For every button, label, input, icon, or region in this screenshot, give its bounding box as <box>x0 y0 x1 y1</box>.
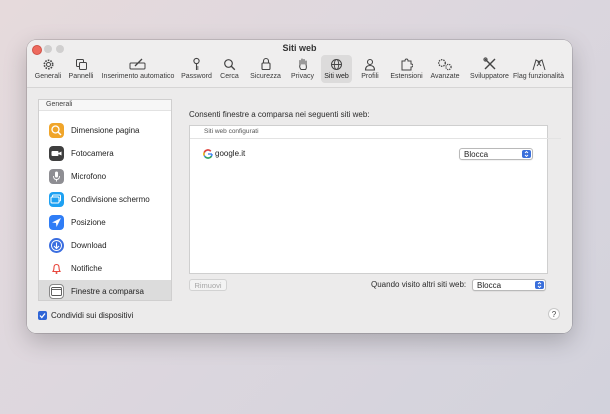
window-title: Siti web <box>282 43 317 53</box>
list-item[interactable]: google.it Blocca <box>190 146 547 162</box>
toolbar-sicurezza[interactable]: Sicurezza <box>249 55 282 83</box>
magnifier-icon <box>217 57 242 72</box>
other-sites-value: Blocca <box>477 281 502 290</box>
zoom-icon <box>49 123 64 138</box>
toolbar-siti-web[interactable]: Siti web <box>321 55 352 83</box>
sites-list[interactable]: Siti web configurati google.it Blocca <box>189 125 561 274</box>
toolbar-flag-funzionalita[interactable]: Flag funzionalità <box>513 55 564 83</box>
gear-icon <box>33 57 63 72</box>
site-name: google.it <box>215 149 246 158</box>
camera-icon <box>49 146 64 161</box>
share-across-devices[interactable]: Condividi sui dispositivi <box>38 310 158 322</box>
tabs-icon <box>66 57 96 72</box>
toolbar-pannelli[interactable]: Pannelli <box>66 55 96 83</box>
location-icon <box>49 215 64 230</box>
google-icon <box>203 149 213 159</box>
site-setting-select[interactable]: Blocca <box>459 148 533 160</box>
other-sites-select[interactable]: Blocca <box>472 279 546 291</box>
sidebar-section-title: Generali <box>39 100 171 111</box>
content-area: Generali Dimensione pagina Fotocamera Mi… <box>27 88 572 333</box>
sidebar-item-condivisione-schermo[interactable]: Condivisione schermo <box>39 188 171 211</box>
screen-share-icon <box>49 192 64 207</box>
hand-icon <box>289 57 316 72</box>
share-checkbox[interactable] <box>38 311 47 320</box>
sidebar-item-download[interactable]: Download <box>39 234 171 257</box>
lock-icon <box>249 57 282 72</box>
other-sites-label: Quando visito altri siti web: <box>371 280 467 289</box>
remove-button[interactable]: Rimuovi <box>189 279 227 291</box>
toolbar-sviluppatore[interactable]: Sviluppatore <box>467 55 512 83</box>
sidebar-item-finestre-a-comparsa[interactable]: Finestre a comparsa <box>39 280 171 300</box>
gears-icon <box>429 57 461 72</box>
toolbar-inserimento-automatico[interactable]: Inserimento automatico <box>99 55 177 83</box>
chevron-updown-icon <box>535 281 544 289</box>
sidebar-item-fotocamera[interactable]: Fotocamera <box>39 142 171 165</box>
key-icon <box>180 57 213 72</box>
sidebar-item-posizione[interactable]: Posizione <box>39 211 171 234</box>
help-button[interactable]: ? <box>548 308 560 320</box>
popup-window-icon <box>49 284 64 299</box>
toolbar-estensioni[interactable]: Estensioni <box>389 55 424 83</box>
bell-icon <box>49 261 64 276</box>
toolbar-avanzate[interactable]: Avanzate <box>429 55 461 83</box>
toolbar-profili[interactable]: Profili <box>358 55 382 83</box>
sidebar-item-dimensione-pagina[interactable]: Dimensione pagina <box>39 119 171 142</box>
list-header: Siti web configurati <box>190 126 561 139</box>
person-icon <box>358 57 382 72</box>
share-label: Condividi sui dispositivi <box>51 311 134 320</box>
pencil-field-icon <box>99 57 177 72</box>
flags-icon <box>513 57 564 72</box>
toolbar-cerca[interactable]: Cerca <box>217 55 242 83</box>
puzzle-icon <box>389 57 424 72</box>
globe-icon <box>321 57 352 72</box>
tools-icon <box>467 57 512 72</box>
panel-heading: Consenti finestre a comparsa nei seguent… <box>189 110 370 119</box>
sidebar-item-microfono[interactable]: Microfono <box>39 165 171 188</box>
toolbar-privacy[interactable]: Privacy <box>289 55 316 83</box>
main-panel: Consenti finestre a comparsa nei seguent… <box>189 99 561 299</box>
microphone-icon <box>49 169 64 184</box>
sidebar-item-notifiche[interactable]: Notifiche <box>39 257 171 280</box>
toolbar-generali[interactable]: Generali <box>33 55 63 83</box>
site-setting-value: Blocca <box>464 150 489 159</box>
download-icon <box>49 238 64 253</box>
chevron-updown-icon <box>522 150 531 158</box>
preferences-window: Siti web Generali Pannelli Inserimento a… <box>27 40 572 333</box>
permissions-sidebar: Generali Dimensione pagina Fotocamera Mi… <box>38 99 172 301</box>
title-bar: Siti web Generali Pannelli Inserimento a… <box>27 40 572 88</box>
toolbar-password[interactable]: Password <box>180 55 213 83</box>
